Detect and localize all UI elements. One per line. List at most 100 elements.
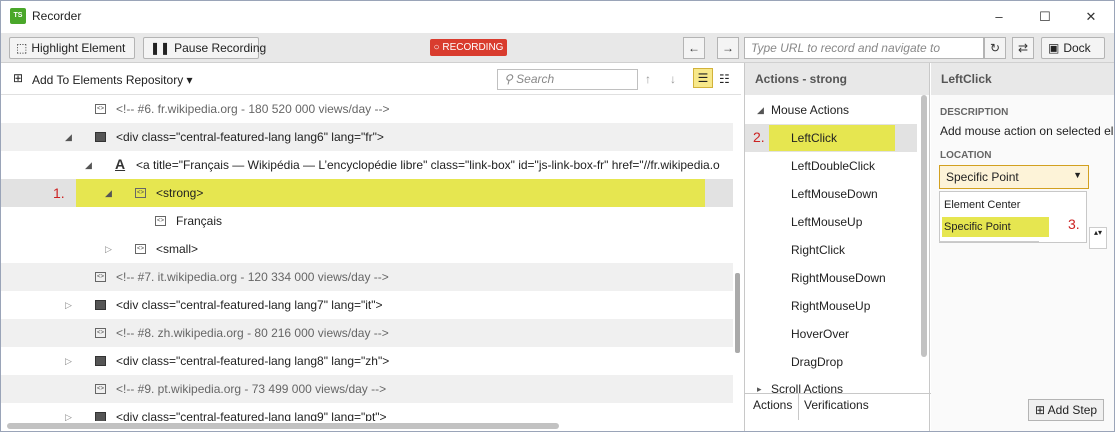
tree-row[interactable]: <> <!-- #6. fr.wikipedia.org - 180 520 0… (1, 95, 733, 123)
collapsed-icon[interactable]: ▷ (65, 347, 72, 375)
pause-icon: ❚❚ (150, 41, 171, 55)
element-node-icon (95, 300, 106, 310)
tree-row-text: <div class="central-featured-lang lang8"… (116, 354, 390, 368)
action-leftdoubleclick[interactable]: LeftDoubleClick (745, 152, 917, 180)
scroll-actions-group[interactable]: ▸ Scroll Actions (745, 376, 917, 394)
tree-row[interactable]: ▷ <> <small> (1, 235, 733, 263)
move-down-icon[interactable]: ↓ (670, 72, 676, 86)
tree-row[interactable]: ◢ <div class="central-featured-lang lang… (1, 123, 733, 151)
mouse-actions-group[interactable]: ◢ Mouse Actions (745, 96, 917, 124)
tree-row[interactable]: <> <!-- #7. it.wikipedia.org - 120 334 0… (1, 263, 733, 291)
search-icon: ⚲ (504, 72, 513, 86)
tree-row[interactable]: ▷ <div class="central-featured-lang lang… (1, 347, 733, 375)
action-hoverover[interactable]: HoverOver (745, 320, 917, 348)
highlight-element-button[interactable]: ⬚ Highlight Element (9, 37, 135, 59)
location-selected: Specific Point (946, 170, 1019, 184)
dropdown-arrow-icon: ▼ (1073, 170, 1082, 180)
expanded-icon[interactable]: ◢ (85, 151, 92, 179)
swap-button[interactable]: ⇄ (1012, 37, 1034, 59)
cursor-select-icon: ⬚ (16, 41, 28, 55)
comment-node-icon: <> (95, 104, 106, 114)
collapsed-icon[interactable]: ▷ (65, 291, 72, 319)
back-button[interactable]: ← (683, 37, 705, 59)
expanded-icon[interactable]: ◢ (757, 96, 764, 124)
add-step-button[interactable]: ⊞ Add Step (1028, 399, 1104, 421)
dock-icon: ▣ (1048, 41, 1060, 55)
recording-badge: ○ RECORDING (430, 39, 507, 56)
tree-row[interactable]: <> <!-- #8. zh.wikipedia.org - 80 216 00… (1, 319, 733, 347)
collapsed-icon[interactable]: ▷ (105, 235, 112, 263)
tree-row-text: <!-- #6. fr.wikipedia.org - 180 520 000 … (116, 102, 390, 116)
description-text: Add mouse action on selected el (940, 124, 1114, 138)
element-node-icon: <> (135, 244, 146, 254)
highlight-element-label: Highlight Element (31, 41, 126, 55)
collapsed-icon[interactable]: ▷ (65, 403, 72, 421)
refresh-button[interactable]: ↻ (984, 37, 1006, 59)
vertical-scrollbar[interactable] (735, 273, 740, 353)
element-tree: <> <!-- #6. fr.wikipedia.org - 180 520 0… (1, 95, 733, 421)
tree-row-selected[interactable]: 1. ◢ <> <strong> (1, 179, 733, 207)
expanded-icon[interactable]: ◢ (65, 123, 72, 151)
actions-scrollbar[interactable] (921, 95, 927, 357)
maximize-button[interactable]: ☐ (1022, 5, 1068, 29)
elements-header: ⊞ Add To Elements Repository ▾ ⚲ Search … (1, 63, 741, 95)
details-pane: LeftClick DESCRIPTION Add mouse action o… (931, 63, 1114, 431)
description-label: DESCRIPTION (940, 107, 1009, 118)
title-bar: TS Recorder – ☐ ✕ (1, 1, 1114, 33)
step-badge: 3. (1068, 216, 1080, 232)
recorder-window: TS Recorder – ☐ ✕ ⬚ Highlight Element ❚❚ P… (0, 0, 1115, 432)
horizontal-scrollbar[interactable] (7, 423, 559, 429)
dock-button[interactable]: ▣ Dock (1041, 37, 1105, 59)
tree-row-text: Français (176, 214, 223, 228)
action-leftclick[interactable]: LeftClick (745, 124, 917, 152)
coordinate-stepper[interactable]: ▴▾ (1089, 227, 1107, 249)
move-up-icon[interactable]: ↑ (645, 72, 651, 86)
location-dropdown[interactable]: Specific Point ▼ (939, 165, 1089, 189)
list-view-icon[interactable]: ☷ (719, 72, 730, 86)
action-dragdrop[interactable]: DragDrop (745, 348, 917, 376)
action-rightmouseup[interactable]: RightMouseUp (745, 292, 917, 320)
tree-row-text: <!-- #9. pt.wikipedia.org - 73 499 000 v… (116, 382, 387, 396)
coordinate-fields (939, 241, 1039, 251)
option-element-center[interactable]: Element Center (944, 199, 1020, 211)
location-options: Element Center Specific Point 3. (939, 191, 1087, 243)
search-input[interactable]: ⚲ Search (497, 69, 638, 90)
pause-recording-button[interactable]: ❚❚ Pause Recording (143, 37, 266, 59)
tree-view-icon[interactable]: ☰ (693, 68, 713, 88)
app-logo: TS (10, 8, 26, 24)
text-node-icon: <> (155, 216, 166, 226)
forward-button[interactable]: → (717, 37, 739, 59)
tree-row[interactable]: ◢ A <a title="Français — Wikipédia — L’e… (1, 151, 733, 179)
tree-row-text: <a title="Français — Wikipédia — L’encyc… (136, 158, 720, 172)
tree-row-text: <strong> (156, 186, 204, 200)
tree-row[interactable]: <> <!-- #9. pt.wikipedia.org - 73 499 00… (1, 375, 733, 403)
toolbar: ⬚ Highlight Element ❚❚ Pause Recording ○ R… (1, 33, 1114, 63)
details-header: LeftClick (931, 63, 1114, 95)
actions-pane: Actions - strong ◢ Mouse Actions 2. Left… (744, 63, 931, 431)
action-leftmousedown[interactable]: LeftMouseDown (745, 180, 917, 208)
window-title: Recorder (32, 9, 82, 23)
tab-verifications[interactable]: Verifications (804, 398, 869, 412)
collapsed-icon[interactable]: ▸ (757, 376, 762, 394)
url-input[interactable]: Type URL to record and navigate to (744, 37, 984, 59)
tree-row[interactable]: ▷ <div class="central-featured-lang lang… (1, 291, 733, 319)
action-rightmousedown[interactable]: RightMouseDown (745, 264, 917, 292)
comment-node-icon: <> (95, 328, 106, 338)
expanded-icon[interactable]: ◢ (105, 179, 112, 207)
minimize-button[interactable]: – (976, 5, 1022, 29)
tree-row[interactable]: <> Français (1, 207, 733, 235)
option-specific-point[interactable]: Specific Point (944, 221, 1011, 233)
action-rightclick[interactable]: RightClick (745, 236, 917, 264)
add-to-repository-button[interactable]: Add To Elements Repository ▾ (32, 73, 193, 87)
mouse-actions-label: Mouse Actions (771, 103, 850, 117)
tree-row[interactable]: ▷ <div class="central-featured-lang lang… (1, 403, 733, 421)
actions-header: Actions - strong (745, 63, 929, 95)
tree-row-text: <!-- #7. it.wikipedia.org - 120 334 000 … (116, 270, 389, 284)
add-repository-label: Add To Elements Repository (32, 73, 184, 87)
close-button[interactable]: ✕ (1068, 5, 1114, 29)
tab-actions[interactable]: Actions (745, 394, 799, 420)
pause-recording-label: Pause Recording (174, 41, 267, 55)
action-leftmouseup[interactable]: LeftMouseUp (745, 208, 917, 236)
add-step-label: Add Step (1047, 403, 1098, 417)
anchor-node-icon: A (115, 156, 126, 172)
